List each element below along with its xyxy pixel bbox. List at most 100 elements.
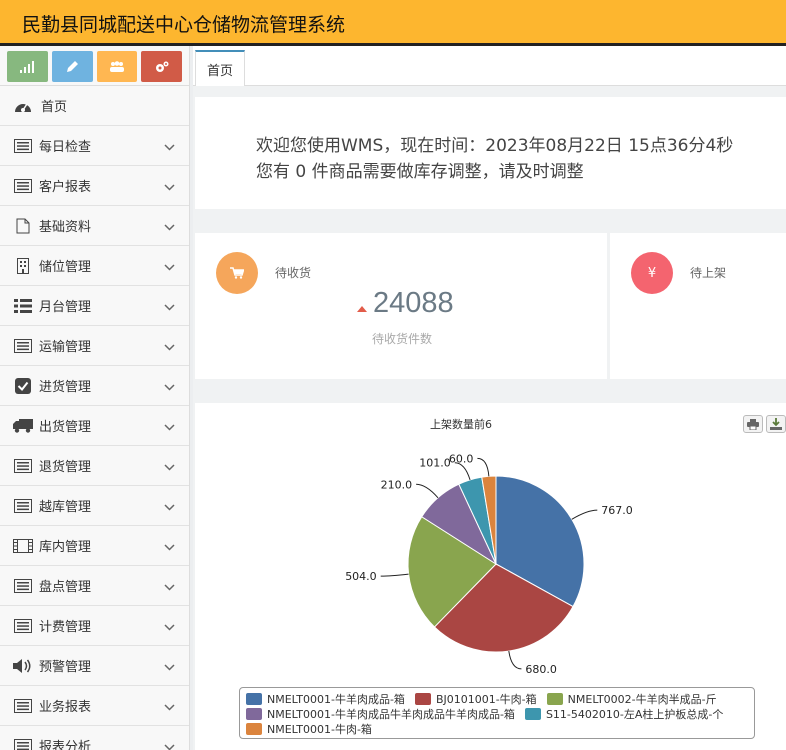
sidebar-item-label: 越库管理 [39, 500, 92, 515]
signal-shortcut-button[interactable] [7, 51, 48, 82]
welcome-panel: 欢迎您使用WMS，现在时间：2023年08月22日 15点36分4秒 您有 0 … [195, 97, 786, 209]
cogs-shortcut-button[interactable] [141, 51, 182, 82]
main-content: 首页 欢迎您使用WMS，现在时间：2023年08月22日 15点36分4秒 您有… [193, 46, 786, 750]
sidebar-item-label: 退货管理 [39, 460, 92, 475]
sidebar-item-stocktake[interactable]: 盘点管理 [0, 566, 189, 606]
sidebar-item-label: 盘点管理 [39, 580, 92, 595]
legend-item[interactable]: NMELT0001-牛羊肉成品-箱 [246, 691, 405, 707]
list-alt-icon [13, 498, 33, 514]
sidebar-item-customer-report[interactable]: 客户报表 [0, 166, 189, 206]
inventory-adjust-notice: 您有 0 件商品需要做库存调整，请及时调整 [256, 162, 584, 182]
chevron-down-icon [164, 340, 175, 355]
building-icon [13, 257, 33, 274]
tab-bar: 首页 [193, 46, 786, 86]
sidebar-item-business-report[interactable]: 业务报表 [0, 686, 189, 726]
sidebar-item-label: 月台管理 [39, 300, 92, 315]
sidebar-item-billing[interactable]: 计费管理 [0, 606, 189, 646]
app-title: 民勤县同城配送中心仓储物流管理系统 [22, 14, 346, 36]
legend-item[interactable]: NMELT0002-牛羊肉半成品-斤 [546, 691, 717, 707]
sidebar-item-alerts[interactable]: 预警管理 [0, 646, 189, 686]
sidebar-item-label: 运输管理 [39, 340, 92, 355]
legend-item[interactable]: BJ0101001-牛肉-箱 [414, 691, 537, 707]
list-alt-icon [13, 338, 33, 354]
sidebar-item-storage-location[interactable]: 储位管理 [0, 246, 189, 286]
card-value: 24088 [373, 287, 454, 319]
sidebar-item-platform[interactable]: 月台管理 [0, 286, 189, 326]
card-label: 待收货 [275, 266, 312, 280]
volume-up-icon [13, 658, 33, 674]
list-alt-icon [13, 578, 33, 594]
sidebar-item-report-analysis[interactable]: 报表分析 [0, 726, 189, 750]
chevron-down-icon [164, 700, 175, 715]
sidebar-item-label: 库内管理 [39, 540, 92, 555]
users-shortcut-button[interactable] [96, 51, 138, 82]
signal-icon [20, 60, 35, 73]
sidebar-item-basic-data[interactable]: 基础资料 [0, 206, 189, 246]
chevron-down-icon [164, 140, 175, 155]
sidebar-item-outbound[interactable]: 出货管理 [0, 406, 189, 446]
list-alt-icon [13, 178, 33, 194]
data-label: 767.0 [601, 504, 633, 517]
data-label: 504.0 [345, 570, 377, 583]
card-label: 待上架 [690, 266, 727, 280]
sidebar-item-transport[interactable]: 运输管理 [0, 326, 189, 366]
chevron-down-icon [164, 660, 175, 675]
pie-chart: 上架数量前6 767.0 680.0 504.0 210.0 101.060.0 [345, 417, 633, 676]
list-alt-icon [13, 738, 33, 750]
sidebar-item-label: 储位管理 [39, 260, 92, 275]
sidebar-item-label: 首页 [41, 100, 68, 115]
sidebar-item-returns[interactable]: 退货管理 [0, 446, 189, 486]
sidebar-item-label: 业务报表 [39, 700, 92, 715]
label-connector [477, 457, 490, 477]
sidebar-item-label: 每日检查 [39, 140, 92, 155]
sidebar-item-label: 预警管理 [39, 660, 92, 675]
chevron-down-icon [164, 580, 175, 595]
th-list-icon [13, 298, 33, 314]
sidebar-item-label: 进货管理 [39, 380, 92, 395]
check-square-icon [13, 377, 33, 394]
chevron-down-icon [164, 620, 175, 635]
sidebar: 首页 每日检查 客户报表 基础资料 储位管理 月台管理 运输管理 进货管理 出货… [0, 46, 190, 750]
list-alt-icon [13, 138, 33, 154]
sidebar-item-cross-dock[interactable]: 越库管理 [0, 486, 189, 526]
legend-item[interactable]: NMELT0001-牛肉-箱 [246, 721, 372, 737]
file-icon [13, 218, 33, 234]
pending-receipt-card: 待收货 24088 待收货件数 [195, 233, 607, 379]
sidebar-item-label: 客户报表 [39, 180, 92, 195]
tab-home[interactable]: 首页 [195, 50, 245, 86]
welcome-time-text: 欢迎您使用WMS，现在时间：2023年08月22日 15点36分4秒 [256, 136, 734, 156]
list-alt-icon [13, 698, 33, 714]
data-label: 680.0 [525, 663, 557, 676]
chevron-down-icon [164, 220, 175, 235]
trend-up-icon [357, 306, 367, 312]
sidebar-item-daily-check[interactable]: 每日检查 [0, 126, 189, 166]
truck-icon [13, 418, 33, 434]
pencil-icon [67, 60, 79, 72]
pencil-shortcut-button[interactable] [51, 51, 93, 82]
chart-legend: NMELT0001-牛羊肉成品-箱 BJ0101001-牛肉-箱 NMELT00… [239, 687, 755, 739]
list-alt-icon [13, 618, 33, 634]
label-connector [508, 650, 522, 670]
sidebar-item-label: 基础资料 [39, 220, 92, 235]
pending-putaway-card: ¥ 待上架 [610, 233, 786, 379]
sidebar-item-label: 计费管理 [39, 620, 92, 635]
chevron-down-icon [164, 260, 175, 275]
users-icon [109, 60, 124, 72]
label-connector [416, 483, 439, 499]
chevron-down-icon [164, 420, 175, 435]
card-sublabel: 待收货件数 [372, 332, 433, 346]
sidebar-item-label: 报表分析 [39, 740, 92, 750]
chart-title: 上架数量前6 [430, 417, 492, 431]
cogs-icon [155, 61, 169, 72]
yen-icon: ¥ [631, 252, 673, 294]
sidebar-item-inbound[interactable]: 进货管理 [0, 366, 189, 406]
label-connector [380, 573, 409, 577]
legend-item[interactable]: NMELT0001-牛羊肉成品牛羊肉成品牛羊肉成品-箱 [246, 706, 515, 722]
putaway-chart-panel: 上架数量前6 767.0 680.0 504.0 210.0 101.0 60.0 NME… [195, 403, 786, 750]
sidebar-item-in-warehouse[interactable]: 库内管理 [0, 526, 189, 566]
chevron-down-icon [164, 300, 175, 315]
data-label: 101.0 [419, 457, 451, 470]
legend-item[interactable]: S11-5402010-左A柱上护板总成-个 [524, 706, 723, 722]
sidebar-item-home[interactable]: 首页 [0, 86, 189, 126]
label-connector [571, 509, 598, 520]
